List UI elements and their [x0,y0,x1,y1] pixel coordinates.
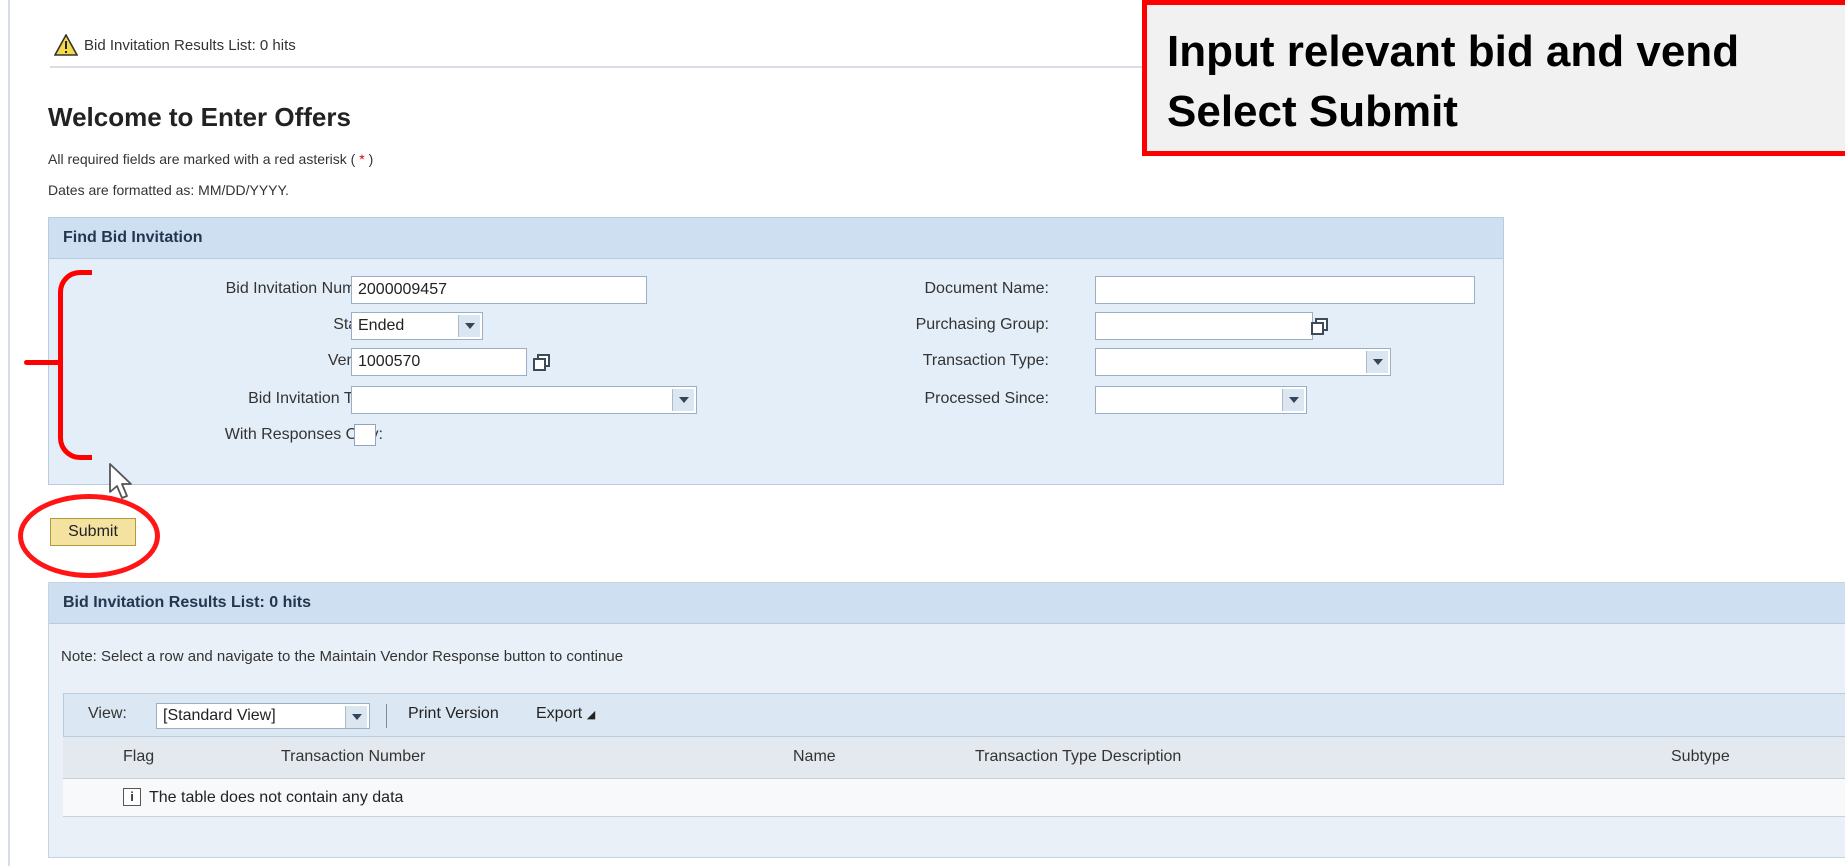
status-dropdown[interactable]: Ended [351,312,483,340]
print-version-button[interactable]: Print Version [408,705,499,723]
find-bid-invitation-panel: Find Bid Invitation Bid Invitation Numbe… [48,217,1504,485]
message-text: Bid Invitation Results List: 0 hits [84,37,296,54]
value-help-icon[interactable] [1311,318,1329,336]
status-value: Ended [358,317,405,334]
results-toolbar: View: [Standard View] Print Version Expo… [63,693,1845,737]
chevron-down-icon[interactable] [458,315,480,337]
find-panel-title: Find Bid Invitation [49,218,1503,259]
bid-invitation-type-dropdown[interactable] [351,386,697,414]
warning-icon [54,34,78,56]
view-select[interactable]: [Standard View] [156,703,370,729]
transaction-type-label: Transaction Type: [922,352,1049,369]
page-left-border [8,0,10,866]
mouse-cursor-icon [109,463,132,499]
table-empty-row: i The table does not contain any data [63,779,1845,817]
callout-line-2: Select Submit [1167,87,1458,136]
empty-table-message: The table does not contain any data [149,789,404,806]
instruction-callout: Input relevant bid and vend Select Submi… [1142,0,1845,156]
document-name-label: Document Name: [924,280,1050,297]
chevron-down-icon[interactable] [1366,351,1388,373]
processed-since-label: Processed Since: [924,390,1049,407]
processed-since-dropdown[interactable] [1095,386,1307,414]
callout-line-1: Input relevant bid and vend [1167,27,1740,76]
results-panel: Bid Invitation Results List: 0 hits Note… [48,582,1845,858]
bid-invitation-number-input[interactable]: 2000009457 [351,276,647,304]
chevron-down-icon[interactable] [672,389,694,411]
column-header-name[interactable]: Name [793,748,836,766]
chevron-down-icon[interactable] [345,706,367,728]
export-menu-icon: ◢ [586,709,596,721]
required-asterisk: * [355,151,369,167]
export-button[interactable]: Export ◢ [536,705,595,723]
toolbar-separator [386,704,387,728]
column-header-transaction-number[interactable]: Transaction Number [281,748,425,766]
value-help-icon[interactable] [533,354,551,372]
with-responses-only-checkbox[interactable] [354,424,376,446]
results-panel-title: Bid Invitation Results List: 0 hits [49,583,1845,624]
view-select-value: [Standard View] [163,707,276,724]
purchasing-group-label: Purchasing Group: [915,316,1049,333]
transaction-type-dropdown[interactable] [1095,348,1391,376]
results-table-header: Flag Transaction Number Name Transaction… [63,737,1845,779]
document-name-input[interactable] [1095,276,1475,304]
date-format-note: Dates are formatted as: MM/DD/YYYY. [48,182,289,198]
vendor-input[interactable]: 1000570 [351,348,527,376]
view-label: View: [88,705,127,722]
page-title: Welcome to Enter Offers [48,102,351,132]
annotation-bracket-tip [24,360,62,365]
purchasing-group-input[interactable] [1095,312,1313,340]
column-header-flag[interactable]: Flag [123,748,154,766]
column-header-subtype[interactable]: Subtype [1671,748,1730,766]
column-header-transaction-type-description[interactable]: Transaction Type Description [975,748,1181,766]
results-note: Note: Select a row and navigate to the M… [61,648,624,665]
info-icon: i [123,788,141,806]
required-fields-note: All required fields are marked with a re… [48,151,374,167]
annotation-bracket [58,270,92,460]
annotation-circle [18,494,160,578]
chevron-down-icon[interactable] [1282,389,1304,411]
